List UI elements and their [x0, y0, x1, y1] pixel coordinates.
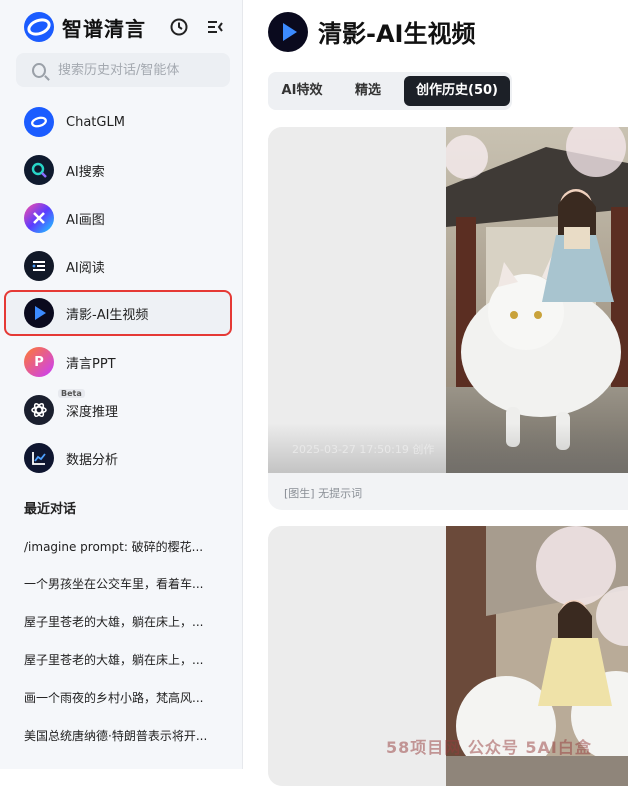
nav-item-reasoning[interactable]: Beta 深度推理 [8, 388, 230, 432]
qingying-icon [24, 298, 54, 328]
brand-name: 智谱清言 [62, 16, 146, 41]
search-icon [32, 62, 46, 78]
sidebar: 智谱清言 ChatGLM AI搜索 AI画图 AI阅读 [0, 0, 243, 769]
tab-creation-history[interactable]: 创作历史(50) [404, 76, 510, 106]
card-caption: [图生] 无提示词 [284, 487, 363, 500]
tab-ai-effects[interactable]: AI特效 [274, 76, 330, 106]
ai-draw-icon [24, 203, 54, 233]
ppt-icon: P [24, 347, 54, 377]
nav-label: ChatGLM [66, 114, 125, 130]
qingying-title-icon [268, 12, 308, 52]
recent-item[interactable]: 屋子里苍老的大雄，躺在床上，... [24, 613, 224, 630]
recent-item[interactable]: /imagine prompt: 破碎的樱花... [24, 538, 224, 555]
nav-item-chatglm[interactable]: ChatGLM [8, 100, 230, 144]
watermark-text: 58项目网 公众号 5AI白盒 [386, 738, 592, 757]
beta-badge: Beta [58, 389, 85, 398]
page-title: 清影-AI生视频 [318, 20, 476, 48]
nav-label: AI画图 [66, 212, 105, 228]
search-box[interactable] [16, 53, 230, 87]
video-card[interactable]: 2025-03-27 17:50:19 创作 [图生] 无提示词 [268, 127, 628, 510]
video-thumbnail[interactable] [444, 127, 628, 473]
history-icon[interactable] [168, 16, 190, 38]
reasoning-icon: Beta [24, 389, 85, 425]
card-timestamp: 2025-03-27 17:50:19 创作 [292, 443, 435, 456]
nav-label: 深度推理 [66, 404, 119, 420]
tab-bar: AI特效 精选 创作历史(50) [268, 72, 512, 110]
recent-section-title: 最近对话 [24, 502, 77, 517]
video-placeholder [268, 127, 446, 473]
ai-search-icon [24, 155, 54, 185]
collapse-sidebar-icon[interactable] [204, 16, 226, 38]
search-input[interactable] [56, 61, 230, 79]
zhipu-logo-icon [24, 12, 54, 42]
tab-featured[interactable]: 精选 [340, 76, 396, 106]
card-overlay: 2025-03-27 17:50:19 创作 [268, 423, 628, 473]
recent-item[interactable]: 屋子里苍老的大雄，躺在床上，... [24, 651, 224, 668]
brand[interactable]: 智谱清言 [24, 12, 146, 42]
nav-label: 数据分析 [66, 452, 119, 468]
nav-label: 清影-AI生视频 [66, 307, 149, 323]
recent-item[interactable]: 一个男孩坐在公交车里，看着车... [24, 575, 224, 592]
nav-label: 清言PPT [66, 356, 116, 372]
recent-item[interactable]: 美国总统唐纳德·特朗普表示将开... [24, 727, 224, 744]
nav-item-qingying[interactable]: 清影-AI生视频 [4, 290, 232, 336]
nav-item-ai-search[interactable]: AI搜索 [8, 148, 230, 192]
nav-item-data-analysis[interactable]: 数据分析 [8, 436, 230, 480]
nav-item-ai-draw[interactable]: AI画图 [8, 196, 230, 240]
nav-item-ai-read[interactable]: AI阅读 [8, 244, 230, 288]
chatglm-icon [24, 107, 54, 137]
nav-label: AI搜索 [66, 164, 105, 180]
ai-read-icon [24, 251, 54, 281]
data-analysis-icon [24, 443, 54, 473]
nav-label: AI阅读 [66, 260, 105, 276]
nav-item-ppt[interactable]: P 清言PPT [8, 340, 230, 384]
recent-item[interactable]: 画一个雨夜的乡村小路，梵高风... [24, 689, 224, 706]
